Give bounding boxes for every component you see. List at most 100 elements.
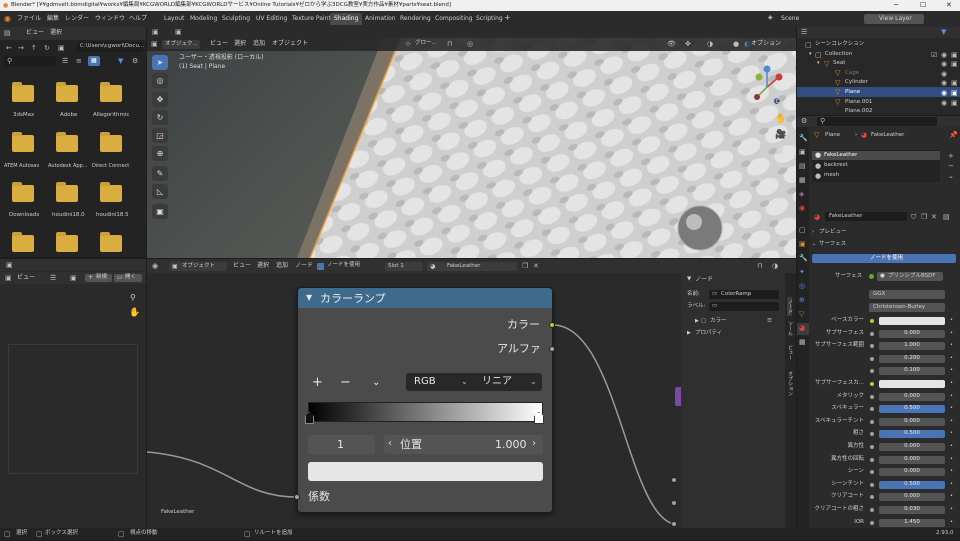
ramp-options-chevron-icon[interactable]: ⌄	[372, 378, 380, 388]
collapse-chevron-icon[interactable]: ▼	[306, 294, 312, 302]
file-menu-view[interactable]: ビュー	[26, 30, 44, 36]
outliner-item-plane-002[interactable]: Plane.002	[845, 108, 872, 115]
color-mode-select[interactable]: RGB	[414, 377, 436, 387]
property-value-field[interactable]: 0.000	[879, 443, 945, 451]
property-value-field[interactable]: 0.100	[879, 367, 945, 376]
tab-modeling[interactable]: Modeling	[186, 13, 221, 25]
thumbnail-view-button[interactable]: ▦	[88, 56, 100, 66]
folder-icon[interactable]	[100, 182, 122, 202]
property-value-field[interactable]: 0.500	[879, 430, 945, 439]
file-menu-select[interactable]: 選択	[50, 30, 62, 36]
filter-icon[interactable]: ▼	[118, 58, 123, 65]
shield-icon[interactable]: ⛉	[911, 214, 916, 221]
move-tool-icon[interactable]: ✥	[152, 92, 168, 107]
surface-section[interactable]: サーフェス	[819, 241, 846, 248]
keyframe-dot-icon[interactable]: •	[950, 381, 953, 386]
scene-tab-icon[interactable]: ◈	[799, 191, 804, 198]
new-image-button[interactable]: + 新規	[85, 274, 112, 282]
remove-stop-button[interactable]: −	[340, 376, 351, 389]
maximize-button[interactable]: ☐	[920, 2, 926, 9]
viewport-menu-view[interactable]: ビュー	[210, 41, 228, 47]
scene-name[interactable]: Scene	[781, 16, 799, 22]
keyframe-dot-icon[interactable]: •	[950, 330, 953, 336]
color-ramp-header[interactable]: ▼ カラーランプ	[298, 288, 552, 308]
camera-icon[interactable]: ▣	[951, 61, 958, 68]
viewport-menu-select[interactable]: 選択	[234, 41, 246, 47]
view-layer-field[interactable]: View Layer	[864, 14, 924, 24]
camera-view-icon[interactable]: 🎥	[775, 131, 786, 140]
property-value-field[interactable]: 0.200	[879, 354, 945, 363]
node-label-field[interactable]: ▭	[709, 302, 779, 311]
editor-type-icon[interactable]: ☰	[801, 29, 807, 36]
material-slot-active[interactable]: ● FakeLeather	[812, 151, 940, 160]
active-stop-index-field[interactable]: 1	[308, 435, 375, 454]
image-canvas-grid[interactable]	[8, 344, 138, 474]
cursor-tool-icon[interactable]: ◎	[152, 73, 168, 88]
camera-icon[interactable]: ▣	[951, 100, 958, 107]
blender-menu-icon[interactable]: ◉	[4, 15, 11, 23]
camera-icon[interactable]: ▣	[951, 90, 958, 97]
folder-icon[interactable]	[56, 82, 78, 102]
output-tab-icon[interactable]: ▤	[799, 163, 806, 170]
editor-type-icon[interactable]: ⚙	[801, 118, 807, 125]
stop-color-swatch[interactable]	[308, 462, 543, 481]
forward-arrow-icon[interactable]: →	[18, 45, 24, 52]
transform-orientation-icon[interactable]: ⊹	[405, 41, 411, 48]
tab-shading[interactable]: Shading	[330, 13, 363, 25]
editor-type-icon[interactable]: ▣	[152, 29, 159, 36]
property-value-field[interactable]: 1.450	[879, 518, 945, 527]
shading-solid-icon[interactable]: ●	[733, 41, 739, 48]
property-value-field[interactable]: 0.000	[879, 455, 945, 464]
keyframe-dot-icon[interactable]: •	[950, 418, 953, 424]
property-value-field[interactable]: 1.000	[879, 342, 945, 351]
property-value-field[interactable]: 0.000	[879, 392, 945, 401]
menu-lines-icon[interactable]: ☰	[50, 275, 56, 282]
keyframe-dot-icon[interactable]: •	[950, 507, 953, 512]
viewport-menu-add[interactable]: 追加	[253, 41, 265, 47]
eye-icon[interactable]: ◉	[941, 52, 947, 59]
folder-icon[interactable]	[56, 132, 78, 152]
back-arrow-icon[interactable]: ←	[6, 45, 12, 52]
keyframe-dot-icon[interactable]: •	[950, 481, 953, 487]
mode-select[interactable]: オブジェク...	[162, 40, 200, 49]
property-value-field[interactable]: 0.000	[879, 329, 945, 338]
menu-file[interactable]: ファイル	[17, 16, 41, 22]
folder-icon[interactable]	[12, 182, 34, 202]
eye-icon[interactable]: ◉	[941, 61, 947, 68]
open-image-button[interactable]: ▭ 開く	[114, 274, 142, 282]
property-value-field[interactable]: 0.000	[879, 493, 945, 502]
eye-icon[interactable]: ◉	[941, 90, 947, 97]
list-view-icon[interactable]: ☰	[62, 58, 68, 65]
copy-material-icon[interactable]: ❐	[921, 214, 927, 221]
property-value-field[interactable]	[879, 380, 945, 388]
outliner-item-seat[interactable]: Seat	[833, 60, 845, 67]
add-stop-button[interactable]: +	[312, 376, 323, 389]
image-type-icon[interactable]: ▣	[5, 275, 12, 282]
file-search-input[interactable]: ⚲	[4, 56, 56, 66]
scale-tool-icon[interactable]: ◲	[152, 128, 168, 143]
property-value-field[interactable]: 0.500	[879, 480, 945, 489]
outliner-item-cage[interactable]: Cage	[845, 70, 859, 77]
expand-chevron-icon[interactable]: ▾	[809, 52, 812, 57]
shading-material-icon[interactable]: ◐	[744, 41, 750, 48]
object-tab-icon[interactable]: ▣	[799, 241, 806, 248]
node-name-field[interactable]: ▭ ColorRamp	[709, 290, 779, 299]
output-alpha-socket[interactable]	[549, 346, 555, 352]
keyframe-dot-icon[interactable]: •	[950, 343, 953, 348]
snap-magnet-icon[interactable]: ⊓	[447, 41, 452, 48]
tab-texture-paint[interactable]: Texture Paint	[288, 13, 335, 25]
modifier-tab-icon[interactable]: 🔧	[799, 255, 808, 262]
folder-icon[interactable]	[12, 232, 34, 252]
folder-icon[interactable]	[12, 132, 34, 152]
world-tab-icon[interactable]: ◉	[799, 205, 805, 212]
menu-edit[interactable]: 編集	[47, 16, 59, 22]
options-menu[interactable]: オプション	[751, 41, 781, 47]
sidebar-tab-node[interactable]: ノード	[787, 297, 793, 316]
outliner-item-collection[interactable]: Collection	[825, 51, 852, 58]
image-browse-icon[interactable]: ▣	[70, 275, 77, 282]
add-workspace-icon[interactable]: +	[504, 14, 511, 22]
folder-icon[interactable]	[100, 132, 122, 152]
keyframe-dot-icon[interactable]: •	[950, 519, 953, 525]
tab-sculpting[interactable]: Sculpting	[218, 13, 254, 25]
add-slot-icon[interactable]: +	[948, 153, 954, 160]
